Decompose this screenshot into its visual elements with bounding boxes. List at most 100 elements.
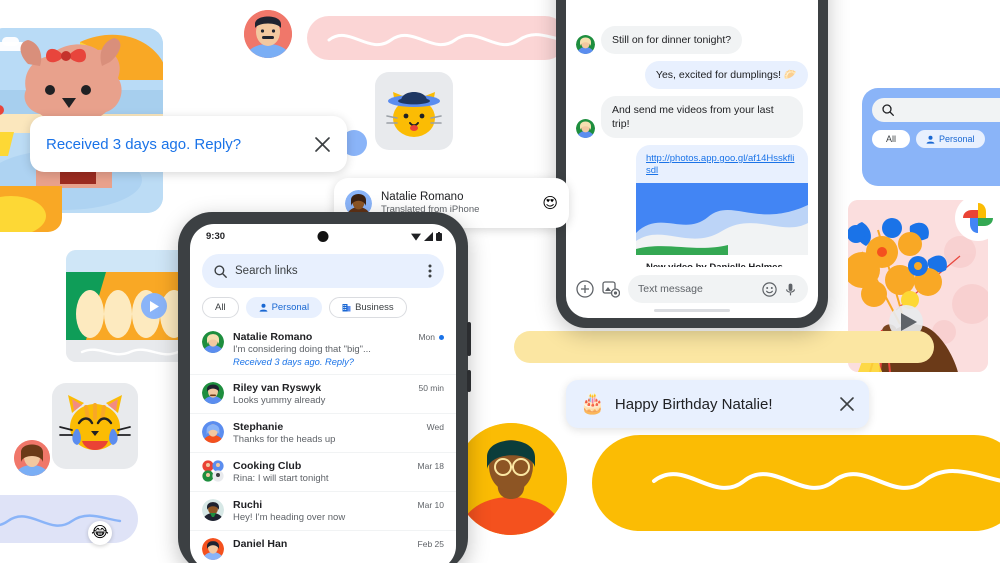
cat-laughing-sticker xyxy=(52,383,138,469)
status-time: 9:30 xyxy=(206,230,226,242)
unread-dot xyxy=(439,334,444,340)
conversation-time: Wed xyxy=(426,422,444,432)
close-icon[interactable] xyxy=(314,136,331,153)
filter-chip-business[interactable]: Business xyxy=(329,297,407,318)
search-icon xyxy=(214,264,227,278)
tablet-device: Still on for dinner tonight? Yes, excite… xyxy=(556,0,828,328)
conversation-name: Daniel Han xyxy=(233,538,288,550)
chip-label: All xyxy=(215,302,226,313)
avatar xyxy=(202,331,224,353)
message-row-outgoing: Yes, excited for dumplings! 🥟 xyxy=(576,61,808,89)
conversation-preview: Thanks for the heads up xyxy=(233,434,336,445)
plus-circle-icon[interactable] xyxy=(576,280,594,298)
home-indicator xyxy=(654,309,730,312)
search-input[interactable] xyxy=(872,98,1000,122)
list-item[interactable]: Ruchi Hey! I'm heading over now Mar 10 xyxy=(190,491,456,530)
soft-yellow-bubble-decoration xyxy=(514,331,934,363)
phone-device: 9:30 Search links All Personal Business … xyxy=(178,212,471,563)
business-icon xyxy=(342,303,351,312)
conversation-suggestion[interactable]: Received 3 days ago. Reply? xyxy=(233,356,409,368)
conversation-name: Riley van Ryswyk xyxy=(233,382,322,394)
link-preview-card[interactable]: http://photos.app.goo.gl/af14Hsskflisdl … xyxy=(636,145,808,267)
message-row-incoming: Still on for dinner tonight? xyxy=(576,26,808,54)
list-item[interactable]: Daniel Han Feb 25 xyxy=(190,530,456,563)
translated-card-name: Natalie Romano xyxy=(381,191,464,203)
conversation-name: Natalie Romano xyxy=(233,331,313,343)
filter-chip-personal[interactable]: Personal xyxy=(916,130,985,148)
gallery-icon[interactable] xyxy=(602,280,620,298)
phone-screen: 9:30 Search links All Personal Business … xyxy=(190,224,456,563)
reply-suggestion-text[interactable]: Received 3 days ago. Reply? xyxy=(46,136,314,153)
text-message-input[interactable]: Text message xyxy=(628,275,808,303)
conversation-time: Feb 25 xyxy=(417,539,444,549)
message-composer: Text message xyxy=(566,267,818,309)
filter-chip-personal[interactable]: Personal xyxy=(245,297,323,318)
reaction-heart-eyes[interactable]: 😍 xyxy=(542,196,558,211)
tablet-message-list: Still on for dinner tonight? Yes, excite… xyxy=(566,0,818,267)
list-item[interactable]: Natalie Romano I'm considering doing tha… xyxy=(190,324,456,374)
avatar-woman-small-icon xyxy=(14,440,50,476)
conversation-preview: Hey! I'm heading over now xyxy=(233,512,346,523)
tablet-screen: Still on for dinner tonight? Yes, excite… xyxy=(566,0,818,318)
list-item[interactable]: Riley van Ryswyk Looks yummy already 50 … xyxy=(190,374,456,413)
lavender-wave-bubble-decoration xyxy=(0,495,138,543)
search-card-chip-row: All Personal xyxy=(872,130,1000,148)
search-icon xyxy=(882,104,894,116)
search-placeholder: Search links xyxy=(235,265,298,277)
camera-notch xyxy=(317,231,329,242)
person-icon xyxy=(259,303,268,312)
avatar-natalie-icon xyxy=(576,35,595,54)
conversation-time: Mon xyxy=(418,332,435,342)
filter-chip-all[interactable]: All xyxy=(872,130,911,148)
conversation-preview: Rina: I will start tonight xyxy=(233,473,329,484)
chip-label: Business xyxy=(355,302,394,313)
message-row-incoming: And send me videos from your last trip! xyxy=(576,96,808,138)
avatar-group xyxy=(202,460,224,482)
emoji-icon[interactable] xyxy=(762,281,777,297)
avatar-man-icon xyxy=(244,10,292,58)
birthday-toast[interactable]: 🎂 Happy Birthday Natalie! xyxy=(566,380,869,428)
yellow-wave-bubble-decoration xyxy=(592,435,1000,531)
avatar-natalie-icon xyxy=(576,119,595,138)
power-button[interactable] xyxy=(467,370,471,392)
google-photos-logo xyxy=(955,195,1000,241)
conversation-time: Mar 18 xyxy=(417,461,444,471)
wifi-icon xyxy=(411,232,421,241)
avatar xyxy=(202,421,224,443)
volume-button[interactable] xyxy=(467,322,471,356)
message-bubble: Yes, excited for dumplings! 🥟 xyxy=(644,61,808,89)
microphone-icon[interactable] xyxy=(783,282,798,297)
composer-placeholder: Text message xyxy=(638,283,703,295)
cat-cowboy-sticker xyxy=(375,72,453,150)
birthday-cake-emoji: 🎂 xyxy=(580,393,605,415)
chip-label: Personal xyxy=(271,302,310,313)
conversation-preview: Looks yummy already xyxy=(233,395,326,406)
reply-suggestion-toast[interactable]: Received 3 days ago. Reply? xyxy=(30,116,347,172)
filter-chip-all[interactable]: All xyxy=(202,297,239,318)
filter-chip-row: All Personal Business xyxy=(190,288,456,324)
chip-label: All xyxy=(886,134,897,144)
link-meta: New video by Danielle Holmes photos.goog… xyxy=(636,255,808,267)
play-icon[interactable] xyxy=(141,293,167,319)
person-icon xyxy=(926,135,935,144)
more-vert-icon[interactable] xyxy=(428,264,432,278)
joy-emoji-reaction: 😂 xyxy=(88,521,112,545)
conversation-name: Ruchi xyxy=(233,499,263,511)
birthday-toast-text: Happy Birthday Natalie! xyxy=(614,395,773,413)
link-url[interactable]: http://photos.app.goo.gl/af14Hsskflisdl xyxy=(636,145,808,183)
conversation-preview: I'm considering doing that "big"... xyxy=(233,344,371,355)
list-item[interactable]: Stephanie Thanks for the heads up Wed xyxy=(190,413,456,452)
search-links-bar[interactable]: Search links xyxy=(202,254,444,288)
avatar xyxy=(202,382,224,404)
link-preview-image xyxy=(636,183,808,255)
list-item[interactable]: Cooking Club Rina: I will start tonight … xyxy=(190,452,456,491)
search-filter-card[interactable]: All Personal xyxy=(862,88,1000,186)
battery-icon xyxy=(436,231,442,241)
orange-blob-decoration xyxy=(0,186,62,232)
conversation-time: 50 min xyxy=(418,383,444,393)
signal-icon xyxy=(424,231,433,241)
message-bubble: And send me videos from your last trip! xyxy=(601,96,803,138)
close-icon[interactable] xyxy=(839,396,855,412)
conversation-name: Cooking Club xyxy=(233,460,302,472)
avatar xyxy=(202,499,224,521)
